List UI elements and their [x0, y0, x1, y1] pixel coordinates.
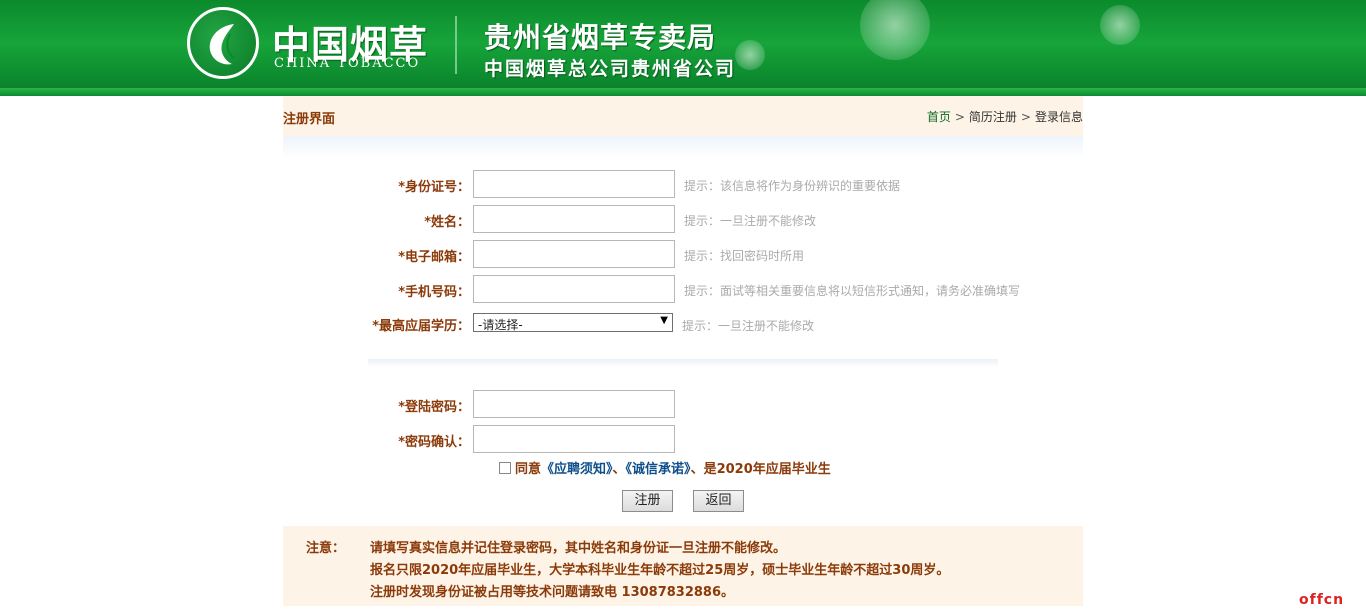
china-tobacco-logo-icon: [187, 7, 259, 79]
agreement-prefix: 同意: [515, 462, 542, 477]
id-number-label-wrap: *身份证号：: [370, 170, 470, 198]
breadcrumb-item: 简历注册: [968, 110, 1017, 124]
password-label-wrap: *登陆密码：: [370, 390, 470, 418]
phone-input[interactable]: [473, 275, 675, 303]
notice-title: 注意：: [306, 541, 346, 556]
breadcrumb-separator: >: [954, 110, 965, 124]
password-label: *登陆密码：: [398, 400, 470, 415]
dropdown-arrow-icon: ▼: [660, 315, 668, 326]
name-label: *姓名：: [424, 215, 470, 230]
phone-label: *手机号码：: [398, 285, 470, 300]
password-input[interactable]: [473, 390, 675, 418]
agreement-checkbox[interactable]: [499, 462, 511, 474]
page-title: 注册界面: [283, 112, 336, 127]
header-divider: [455, 16, 457, 74]
banner-glow: [1100, 5, 1140, 45]
breadcrumb-bar: 注册界面 首页 > 简历注册 > 登录信息: [283, 96, 1083, 136]
banner-glow: [735, 40, 765, 70]
agreement-suffix: 、是2020年应届毕业生: [690, 462, 831, 477]
recruitment-notice-link[interactable]: 《应聘须知》: [541, 462, 613, 477]
integrity-pledge-link[interactable]: 《诚信承诺》: [626, 462, 691, 477]
bureau-subtitle: 中国烟草总公司贵州省公司: [484, 58, 737, 80]
email-hint: 提示：找回密码时所用: [684, 249, 805, 263]
agreement-row: 同意《应聘须知》、《诚信承诺》、是2020年应届毕业生: [499, 458, 831, 477]
breadcrumb-home-link[interactable]: 首页: [927, 110, 951, 124]
education-label: *最高应届学历：: [372, 319, 470, 334]
breadcrumb-separator: >: [1020, 110, 1031, 124]
section-divider: [368, 359, 998, 367]
password-confirm-label-wrap: *密码确认：: [370, 425, 470, 453]
education-selected-value: -请选择-: [478, 318, 523, 332]
education-label-wrap: *最高应届学历：: [370, 309, 470, 337]
notice-box: 注意： 请填写真实信息并记住登录密码，其中姓名和身份证一旦注册不能修改。 报名只…: [283, 526, 1083, 606]
education-hint: 提示：一旦注册不能修改: [682, 319, 815, 333]
banner-glow: [860, 0, 930, 60]
agreement-separator: 、: [612, 462, 626, 477]
notice-line: 请填写真实信息并记住登录密码，其中姓名和身份证一旦注册不能修改。: [370, 541, 787, 556]
notice-line: 报名只限2020年应届毕业生，大学本科毕业生年龄不超过25周岁，硕士毕业生年龄不…: [370, 563, 950, 578]
id-number-input[interactable]: [473, 170, 675, 198]
email-label-wrap: *电子邮箱：: [370, 240, 470, 268]
register-button[interactable]: 注册: [622, 490, 673, 512]
section-shade: [283, 136, 1083, 158]
name-hint: 提示：一旦注册不能修改: [684, 214, 817, 228]
name-input[interactable]: [473, 205, 675, 233]
header-banner: 中国烟草 CHINA TOBACCO 贵州省烟草专卖局 中国烟草总公司贵州省公司: [0, 0, 1366, 96]
password-confirm-input[interactable]: [473, 425, 675, 453]
id-number-label: *身份证号：: [398, 180, 470, 195]
phone-hint: 提示：面试等相关重要信息将以短信形式通知，请务必准确填写: [684, 284, 1021, 298]
back-button[interactable]: 返回: [693, 490, 744, 512]
id-number-hint: 提示：该信息将作为身份辨识的重要依据: [684, 179, 901, 193]
logo-text-en: CHINA TOBACCO: [274, 56, 421, 71]
phone-label-wrap: *手机号码：: [370, 275, 470, 303]
name-label-wrap: *姓名：: [370, 205, 470, 233]
breadcrumb: 首页 > 简历注册 > 登录信息: [927, 108, 1083, 125]
bureau-title: 贵州省烟草专卖局: [484, 21, 717, 54]
banner-bottom-stripe: [0, 88, 1366, 96]
password-confirm-label: *密码确认：: [398, 435, 470, 450]
education-select[interactable]: -请选择- ▼: [473, 313, 673, 332]
email-label: *电子邮箱：: [398, 250, 470, 265]
email-input[interactable]: [473, 240, 675, 268]
breadcrumb-current: 登录信息: [1034, 110, 1083, 124]
offcn-watermark: offcn: [1299, 592, 1345, 608]
notice-line: 注册时发现身份证被占用等技术问题请致电 13087832886。: [370, 585, 735, 600]
